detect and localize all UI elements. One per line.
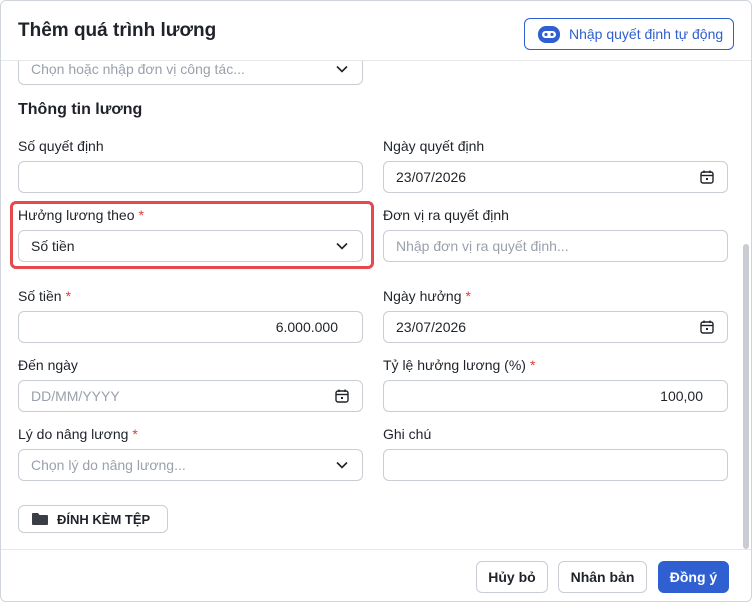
- decision-date-value: 23/07/2026: [396, 169, 467, 185]
- dialog-title: Thêm quá trình lương: [18, 20, 217, 41]
- effective-date-input[interactable]: 23/07/2026: [383, 311, 728, 343]
- attach-file-button[interactable]: ĐÍNH KÈM TỆP: [18, 505, 168, 533]
- amount-value: 6.000.000: [275, 319, 338, 335]
- issuing-unit-label: Đơn vị ra quyết định: [383, 207, 509, 223]
- note-input[interactable]: [383, 449, 728, 481]
- folder-icon: [31, 512, 49, 526]
- note-label: Ghi chú: [383, 426, 432, 442]
- robot-icon: [537, 23, 561, 45]
- end-date-placeholder: DD/MM/YYYY: [31, 388, 120, 404]
- decision-date-label: Ngày quyết định: [383, 138, 485, 154]
- raise-reason-label: Lý do nâng lương *: [18, 426, 138, 442]
- decision-number-input[interactable]: [18, 161, 363, 193]
- attach-file-label: ĐÍNH KÈM TỆP: [57, 511, 151, 527]
- raise-reason-select[interactable]: Chọn lý do nâng lương...: [18, 449, 363, 481]
- effective-date-value: 23/07/2026: [396, 319, 467, 335]
- work-unit-placeholder: Chọn hoặc nhập đơn vị công tác...: [31, 61, 245, 77]
- dialog-footer: Hủy bỏ Nhân bản Đồng ý: [1, 549, 751, 601]
- work-unit-select[interactable]: Chọn hoặc nhập đơn vị công tác...: [18, 61, 363, 85]
- auto-import-decision-label: Nhập quyết định tự động: [569, 26, 724, 42]
- calendar-icon[interactable]: [699, 319, 715, 335]
- end-date-input[interactable]: DD/MM/YYYY: [18, 380, 363, 412]
- salary-ratio-value: 100,00: [660, 388, 703, 404]
- cancel-button[interactable]: Hủy bỏ: [476, 561, 548, 593]
- highlight-box: [10, 201, 374, 269]
- dialog: Thêm quá trình lương Nhập quyết định tự …: [0, 0, 752, 602]
- raise-reason-placeholder: Chọn lý do nâng lương...: [31, 457, 186, 473]
- issuing-unit-input[interactable]: Nhập đơn vị ra quyết định...: [383, 230, 728, 262]
- calendar-icon[interactable]: [334, 388, 350, 404]
- dialog-body: Chọn hoặc nhập đơn vị công tác... Thông …: [1, 61, 751, 549]
- salary-ratio-input[interactable]: 100,00: [383, 380, 728, 412]
- calendar-icon[interactable]: [699, 169, 715, 185]
- issuing-unit-placeholder: Nhập đơn vị ra quyết định...: [396, 238, 569, 254]
- duplicate-button[interactable]: Nhân bản: [558, 561, 647, 593]
- confirm-button[interactable]: Đồng ý: [658, 561, 729, 593]
- decision-date-input[interactable]: 23/07/2026: [383, 161, 728, 193]
- salary-ratio-label: Tỷ lệ hưởng lương (%) *: [383, 357, 536, 373]
- amount-label: Số tiền *: [18, 288, 72, 304]
- decision-number-label: Số quyết định: [18, 138, 104, 154]
- required-marker: *: [132, 426, 138, 442]
- required-marker: *: [65, 288, 72, 304]
- end-date-label: Đến ngày: [18, 357, 78, 373]
- required-marker: *: [529, 357, 536, 373]
- chevron-down-icon: [334, 457, 350, 473]
- chevron-down-icon: [334, 61, 350, 77]
- required-marker: *: [465, 288, 471, 304]
- amount-input[interactable]: 6.000.000: [18, 311, 363, 343]
- scrollbar[interactable]: [743, 244, 749, 549]
- effective-date-label: Ngày hưởng *: [383, 288, 471, 304]
- auto-import-decision-button[interactable]: Nhập quyết định tự động: [524, 18, 734, 50]
- section-title: Thông tin lương: [18, 101, 143, 118]
- dialog-header: Thêm quá trình lương Nhập quyết định tự …: [1, 1, 751, 61]
